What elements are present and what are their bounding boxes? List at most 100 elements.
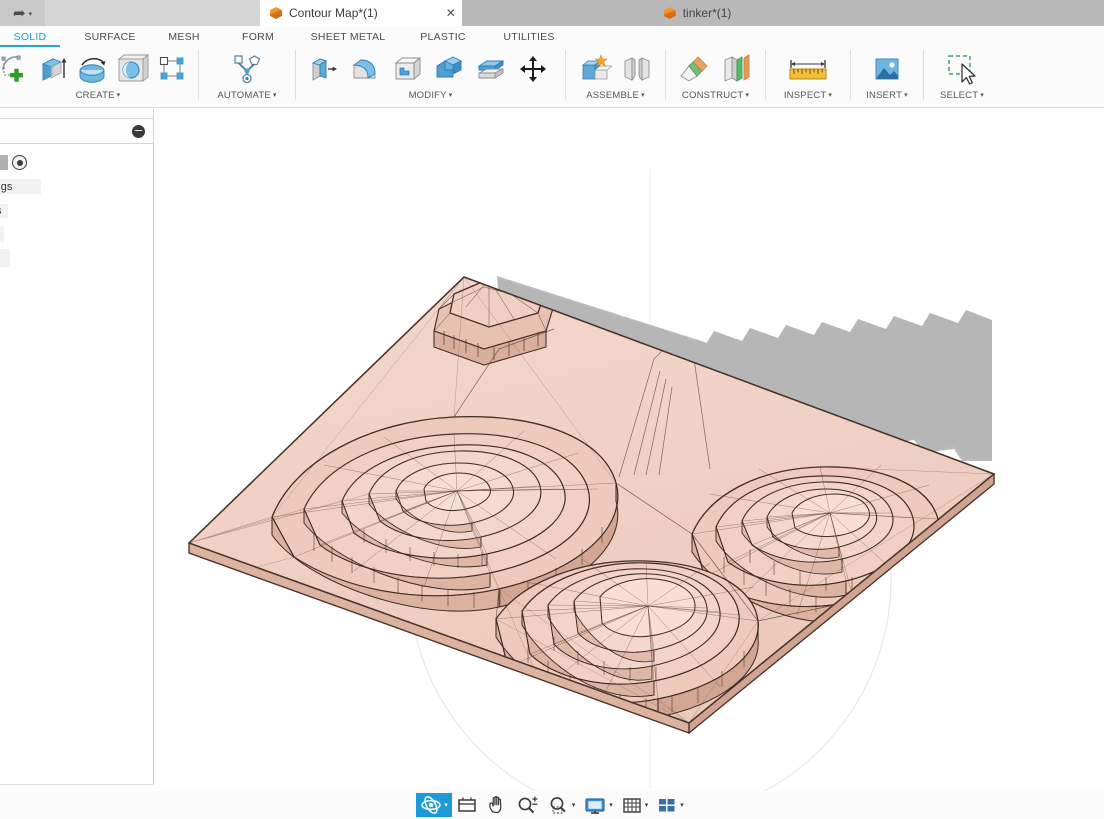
panel-header-row: – (0, 118, 154, 144)
ribbon-group-label[interactable]: CREATE ▾ (0, 90, 196, 108)
ribbon-group-label[interactable]: SELECT ▾ (926, 90, 998, 108)
chevron-down-icon[interactable]: ▾ (904, 92, 908, 99)
viewports-button[interactable]: ▾ (652, 793, 688, 817)
measure-button[interactable] (780, 49, 836, 89)
offset-plane-button[interactable] (674, 49, 716, 89)
tab-tinker[interactable]: tinker*(1) (653, 0, 742, 26)
chevron-down-icon[interactable]: ▾ (449, 92, 453, 99)
fusion-application-window: ➦ ▾ Contour Map*(1) ✕ tinker*(1) SOLID S… (0, 0, 1104, 819)
sphere-button[interactable] (112, 49, 152, 89)
chevron-down-icon[interactable]: ▾ (680, 801, 684, 809)
left-browser-panel: – ettings ws + (0, 109, 154, 819)
display-settings-icon (585, 798, 605, 814)
ribbon-group-label[interactable]: AUTOMATE ▾ (201, 90, 293, 108)
panel-item-3[interactable] (0, 227, 4, 243)
grid-snap-icon (623, 798, 641, 813)
pattern-button[interactable] (152, 49, 192, 89)
joint-button[interactable] (616, 49, 658, 89)
grid-snap-button[interactable]: ▾ (617, 793, 653, 817)
ribbon-tab-utilities[interactable]: UTILITIES (492, 31, 566, 47)
orbit-button[interactable]: ▾ (416, 793, 452, 817)
ribbon-group-modify: MODIFY ▾ (298, 47, 563, 108)
combine-icon (436, 55, 463, 77)
chevron-down-icon[interactable]: ▾ (980, 92, 984, 99)
insert-canvas-icon (875, 58, 899, 79)
fusion-cube-icon (664, 7, 676, 19)
radio-button[interactable] (12, 155, 27, 170)
chevron-down-icon[interactable]: ▾ (609, 801, 613, 809)
ribbon-separator (295, 50, 296, 100)
pattern-icon (159, 56, 184, 79)
pan-button[interactable] (482, 793, 512, 817)
revolve-button[interactable] (72, 49, 112, 89)
ribbon-tab-sheet-metal[interactable]: SHEET METAL (298, 31, 398, 47)
plane-along-path-icon (724, 53, 749, 82)
ribbon-group-label[interactable]: CONSTRUCT ▾ (668, 90, 763, 108)
document-tab-strip: ➦ ▾ Contour Map*(1) ✕ tinker*(1) (0, 0, 1104, 26)
new-component-icon (581, 53, 612, 80)
tab-close-button[interactable]: ✕ (439, 0, 462, 26)
fillet-button[interactable] (344, 49, 386, 89)
automated-modeling-button[interactable] (226, 49, 268, 89)
ribbon-group-label[interactable]: INSERT ▾ (853, 90, 921, 108)
select-window-button[interactable] (941, 49, 983, 89)
new-sketch-button[interactable] (0, 49, 32, 89)
tab-contour-map[interactable]: Contour Map*(1) (260, 0, 388, 26)
fusion-cube-icon (270, 7, 282, 19)
ribbon-group-assemble: ASSEMBLE ▾ (568, 47, 663, 108)
zoom-window-icon (550, 797, 566, 814)
extrude-button[interactable] (32, 49, 72, 89)
ribbon-group-automate: AUTOMATE ▾ (201, 47, 293, 108)
plane-along-path-button[interactable] (716, 49, 758, 89)
split-body-button[interactable] (470, 49, 512, 89)
ribbon-group-label[interactable]: INSPECT ▾ (768, 90, 848, 108)
shell-button[interactable] (386, 49, 428, 89)
ribbon-tab-form[interactable]: FORM (228, 31, 288, 47)
ribbon-tab-row: SOLID SURFACE MESH FORM SHEET METAL PLAS… (0, 26, 1104, 47)
shell-icon (394, 56, 422, 80)
ribbon-group-label[interactable]: ASSEMBLE ▾ (568, 90, 663, 108)
press-pull-button[interactable] (302, 49, 344, 89)
panel-item-4[interactable] (0, 249, 10, 267)
ribbon-group-label[interactable]: MODIFY ▾ (298, 90, 563, 108)
chevron-down-icon[interactable]: ▾ (641, 92, 645, 99)
redo-button[interactable]: ➦ ▾ (0, 0, 45, 26)
new-component-button[interactable] (574, 49, 616, 89)
redo-arrow-icon: ➦ (12, 4, 26, 22)
sphere-icon (117, 53, 150, 82)
zoom-window-button[interactable]: ▾ (544, 793, 580, 817)
collapse-button[interactable]: – (132, 123, 145, 138)
ribbon-tab-surface[interactable]: SURFACE (70, 31, 150, 47)
chevron-down-icon[interactable]: ▾ (29, 11, 33, 18)
chevron-down-icon[interactable]: ▾ (117, 92, 121, 99)
insert-canvas-button[interactable] (866, 49, 908, 89)
automated-modeling-icon (234, 54, 261, 83)
chevron-down-icon[interactable]: ▾ (572, 801, 576, 809)
model-viewport[interactable] (154, 109, 1104, 819)
offset-plane-icon (679, 55, 708, 82)
orbit-icon (421, 796, 441, 814)
joint-icon (624, 56, 649, 81)
fit-view-button[interactable] (452, 793, 482, 817)
chevron-down-icon[interactable]: ▾ (745, 92, 749, 99)
ribbon-tab-solid[interactable]: SOLID (0, 31, 60, 47)
panel-item-views[interactable]: ws (0, 204, 8, 218)
ribbon-tab-mesh[interactable]: MESH (154, 31, 214, 47)
combine-button[interactable] (428, 49, 470, 89)
measure-icon (789, 59, 827, 79)
tabstrip-right-filler (741, 0, 1104, 26)
ribbon-tab-plastic[interactable]: PLASTIC (408, 31, 478, 47)
panel-chip[interactable] (0, 155, 8, 170)
tab-label: Contour Map*(1) (289, 6, 378, 20)
ribbon-group-inspect: INSPECT ▾ (768, 47, 848, 108)
chevron-down-icon[interactable]: ▾ (645, 801, 649, 809)
chevron-down-icon[interactable]: ▾ (828, 92, 832, 99)
tab-label: tinker*(1) (682, 6, 732, 20)
display-settings-button[interactable]: ▾ (579, 793, 617, 817)
chevron-down-icon[interactable]: ▾ (273, 92, 277, 99)
panel-item-settings[interactable]: ettings (0, 179, 41, 194)
ribbon-toolbar: CREATE ▾ AUTOMATE ▾ MODIFY ▾ ASSEMBLE ▾ … (0, 47, 1104, 108)
zoom-button[interactable] (512, 793, 544, 817)
chevron-down-icon[interactable]: ▾ (444, 801, 448, 809)
move-copy-button[interactable] (512, 49, 554, 89)
